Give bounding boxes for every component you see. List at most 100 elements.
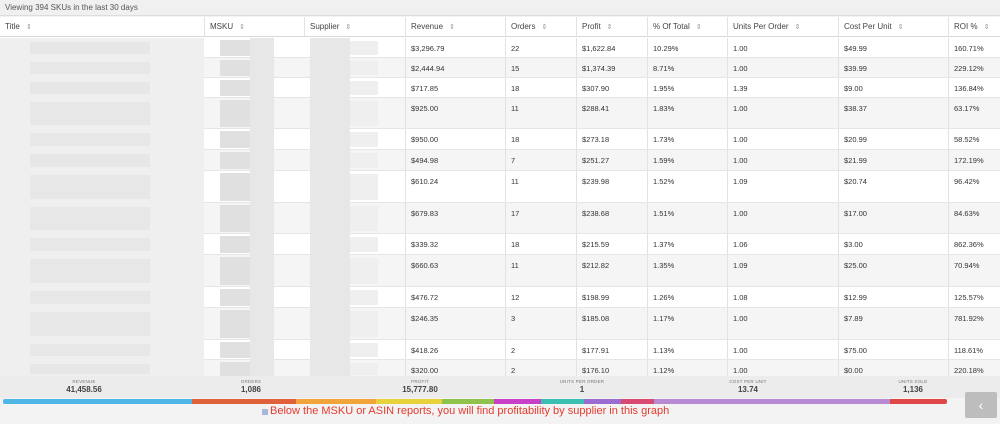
redacted-block <box>350 153 378 168</box>
cell-orders: 11 <box>505 171 576 202</box>
summary-stat: Orders 1,086 <box>191 379 311 394</box>
redacted-block <box>220 342 250 358</box>
table-row[interactable]: $717.85 18 $307.90 1.95% 1.39 $9.00 136.84% <box>0 78 1000 98</box>
redacted-block <box>250 129 274 150</box>
redacted-block <box>150 203 204 234</box>
table-row[interactable]: $3,296.79 22 $1,622.84 10.29% 1.00 $49.99 160.… <box>0 38 1000 58</box>
table-row[interactable]: $950.00 18 $273.18 1.73% 1.00 $20.99 58.52% <box>0 129 1000 150</box>
summary-stat: Profit 15,777.80 <box>360 379 480 394</box>
supplier-segment[interactable] <box>541 399 584 404</box>
redacted-block <box>310 360 350 376</box>
cell-roi: 118.61% <box>948 340 1000 359</box>
cell-upo: 1.00 <box>727 360 838 376</box>
cell-profit: $1,622.84 <box>576 38 647 57</box>
sort-icon[interactable]: ⇕ <box>449 18 455 38</box>
sort-icon[interactable]: ⇕ <box>696 18 702 38</box>
supplier-segment[interactable] <box>191 399 296 404</box>
cell-pct: 1.17% <box>647 308 727 339</box>
summary-stat-value: 1,136 <box>902 385 924 394</box>
redacted-block <box>310 287 350 308</box>
column-header-0[interactable]: Title ⇕ <box>0 17 204 37</box>
table-row[interactable]: $339.32 18 $215.59 1.37% 1.06 $3.00 862.36% <box>0 234 1000 255</box>
supplier-segment[interactable] <box>375 399 442 404</box>
summary-stat-label: Profit <box>411 379 429 384</box>
cell-roi: 862.36% <box>948 234 1000 254</box>
cell-roi: 125.57% <box>948 287 1000 307</box>
cell-orders: 18 <box>505 234 576 254</box>
table-row[interactable]: $610.24 11 $239.98 1.52% 1.09 $20.74 96.42% <box>0 171 1000 203</box>
column-header-2[interactable]: Supplier ⇕ <box>304 17 405 37</box>
cell-pct: 1.37% <box>647 234 727 254</box>
supplier-segment[interactable] <box>3 399 192 404</box>
table-row[interactable]: $2,444.94 15 $1,374.39 8.71% 1.00 $39.99 229.1… <box>0 58 1000 78</box>
redacted-block <box>150 360 204 376</box>
redacted-block <box>220 173 250 201</box>
table-row[interactable]: $418.26 2 $177.91 1.13% 1.00 $75.00 118.61% <box>0 340 1000 360</box>
cell-orders: 11 <box>505 255 576 286</box>
supplier-segment[interactable] <box>493 399 542 404</box>
cell-pct: 1.52% <box>647 171 727 202</box>
sort-icon[interactable]: ⇕ <box>541 18 547 38</box>
sort-icon[interactable]: ⇕ <box>345 18 351 38</box>
summary-stat-label: Cost Per Unit <box>729 379 767 384</box>
column-header-7[interactable]: Units Per Order ⇕ <box>727 17 838 37</box>
table-row[interactable]: $925.00 11 $288.41 1.83% 1.00 $38.37 63.17% <box>0 98 1000 129</box>
supplier-segment[interactable] <box>621 399 655 404</box>
column-header-6[interactable]: % Of Total ⇕ <box>647 17 727 37</box>
supplier-profitability-bar[interactable] <box>3 399 947 404</box>
column-header-8[interactable]: Cost Per Unit ⇕ <box>838 17 948 37</box>
supplier-segment[interactable] <box>654 399 891 404</box>
redacted-block <box>150 308 204 340</box>
supplier-segment[interactable] <box>441 399 494 404</box>
cell-revenue: $494.98 <box>405 150 505 170</box>
redacted-block <box>150 58 204 78</box>
cell-profit: $288.41 <box>576 98 647 128</box>
redacted-block <box>350 101 378 126</box>
redacted-block <box>310 38 350 58</box>
summary-stat-label: Revenue <box>72 379 96 384</box>
table-row[interactable]: $476.72 12 $198.99 1.26% 1.08 $12.99 125.57% <box>0 287 1000 308</box>
redacted-block <box>250 38 274 58</box>
caption-marker <box>262 409 268 415</box>
column-header-5[interactable]: Profit ⇕ <box>576 17 647 37</box>
cell-roi: 136.84% <box>948 78 1000 97</box>
prev-page-button[interactable]: ‹ <box>965 392 997 418</box>
table-row[interactable]: $494.98 7 $251.27 1.59% 1.00 $21.99 172.19% <box>0 150 1000 171</box>
summary-stat-label: Orders <box>240 379 262 384</box>
cell-orders: 15 <box>505 58 576 77</box>
sort-icon[interactable]: ⇕ <box>239 18 245 38</box>
column-header-9[interactable]: ROI % ⇕ <box>948 17 1000 37</box>
redacted-block <box>220 236 250 253</box>
summary-stat-value: 41,458.56 <box>66 385 102 394</box>
column-header-1[interactable]: MSKU ⇕ <box>204 17 304 37</box>
cell-upo: 1.09 <box>727 255 838 286</box>
column-header-3[interactable]: Revenue ⇕ <box>405 17 505 37</box>
column-header-label: Cost Per Unit <box>844 22 892 31</box>
supplier-segment[interactable] <box>583 399 622 404</box>
sort-icon[interactable]: ⇕ <box>898 18 904 38</box>
cell-cpu: $7.89 <box>838 308 948 339</box>
summary-bar: Revenue 41,458.56 Orders 1,086 Profit 15,777.… <box>0 376 1000 398</box>
redacted-block <box>250 308 274 340</box>
sort-icon[interactable]: ⇕ <box>984 18 990 38</box>
column-header-label: Units Per Order <box>733 22 789 31</box>
table-row[interactable]: $320.00 2 $176.10 1.12% 1.00 $0.00 220.18% <box>0 360 1000 376</box>
sort-icon[interactable]: ⇕ <box>607 18 613 38</box>
redacted-block <box>150 255 204 287</box>
redacted-block <box>150 98 204 129</box>
redacted-block <box>250 78 274 98</box>
cell-cpu: $0.00 <box>838 360 948 376</box>
table-row[interactable]: $246.35 3 $185.08 1.17% 1.00 $7.89 781.92% <box>0 308 1000 340</box>
sort-icon[interactable]: ⇕ <box>795 18 801 38</box>
redacted-block <box>220 205 250 232</box>
redacted-block <box>250 150 274 171</box>
cell-pct: 1.83% <box>647 98 727 128</box>
supplier-segment[interactable] <box>295 399 376 404</box>
sort-icon[interactable]: ⇕ <box>26 18 32 38</box>
cell-upo: 1.00 <box>727 98 838 128</box>
table-row[interactable]: $660.63 11 $212.82 1.35% 1.09 $25.00 70.94% <box>0 255 1000 287</box>
column-header-4[interactable]: Orders ⇕ <box>505 17 576 37</box>
table-row[interactable]: $679.83 17 $238.68 1.51% 1.00 $17.00 84.63% <box>0 203 1000 234</box>
redacted-block <box>30 102 150 125</box>
supplier-segment[interactable] <box>890 399 947 404</box>
